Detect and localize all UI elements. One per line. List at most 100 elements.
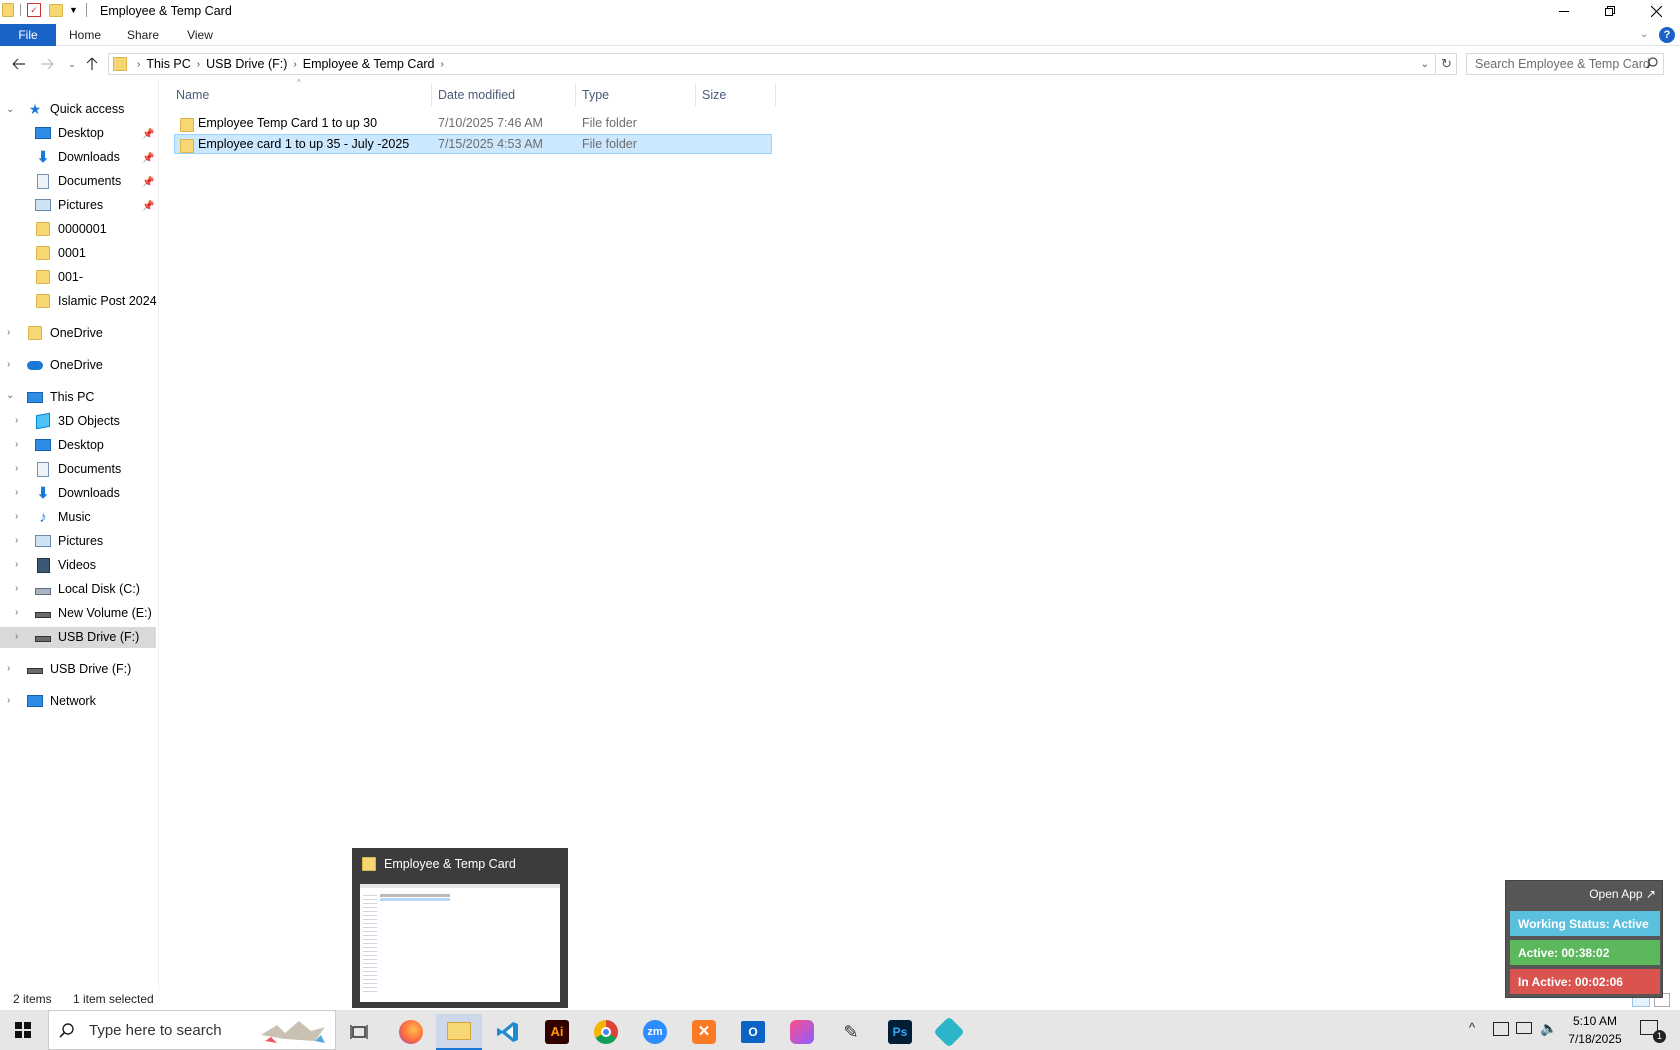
nav-onedrive[interactable]: OneDrive — [26, 354, 103, 376]
meet-now-icon[interactable] — [1493, 1022, 1509, 1036]
pin-icon[interactable]: 📌 — [142, 153, 154, 164]
nav-pc-music[interactable]: ♪ Music — [34, 506, 90, 528]
zoom-app[interactable]: zm — [632, 1014, 678, 1050]
column-header-date[interactable]: Date modified — [432, 84, 576, 106]
properties-icon[interactable]: ✓ — [27, 3, 41, 17]
expand-chevron-icon[interactable]: › — [15, 440, 25, 450]
expand-chevron-icon[interactable]: › — [7, 664, 17, 674]
photoshop-app[interactable]: Ps — [877, 1014, 923, 1050]
nav-this-pc[interactable]: This PC — [26, 386, 94, 408]
address-bar[interactable]: › This PC › USB Drive (F:) › Employee & … — [108, 53, 1436, 75]
restore-button[interactable] — [1587, 0, 1633, 22]
tab-view[interactable]: View — [180, 24, 220, 46]
preview-thumbnail[interactable] — [360, 884, 560, 1002]
nav-quick-pictures[interactable]: Pictures — [34, 194, 103, 216]
breadcrumb-current-folder[interactable]: Employee & Temp Card — [303, 57, 435, 71]
tab-share[interactable]: Share — [122, 24, 164, 46]
expand-chevron-icon[interactable]: › — [15, 416, 25, 426]
creative-cloud-app[interactable] — [779, 1014, 825, 1050]
outlook-app[interactable]: O — [730, 1014, 776, 1050]
start-button[interactable] — [0, 1012, 46, 1048]
nav-onedrive-folder[interactable]: OneDrive — [26, 322, 103, 344]
clock-date[interactable]: 7/18/2025 — [1560, 1032, 1630, 1046]
file-explorer-app[interactable] — [436, 1014, 482, 1050]
file-row[interactable]: Employee Temp Card 1 to up 30 7/10/2025 … — [174, 113, 772, 133]
pen-tool-app[interactable]: ✎ — [828, 1014, 874, 1050]
nav-quick-documents[interactable]: Documents — [34, 170, 121, 192]
breadcrumb-this-pc[interactable]: This PC — [146, 57, 190, 71]
nav-quick-folder-001[interactable]: 001- — [34, 266, 83, 288]
expand-chevron-icon[interactable]: › — [15, 632, 25, 642]
refresh-button[interactable]: ↻ — [1437, 53, 1457, 75]
address-dropdown-icon[interactable]: ⌄ — [1421, 59, 1429, 70]
nav-pc-3d-objects[interactable]: 3D Objects — [34, 410, 120, 432]
expand-chevron-icon[interactable]: › — [15, 584, 25, 594]
expand-chevron-icon[interactable]: › — [15, 608, 25, 618]
taskbar-search-box[interactable]: Type here to search — [48, 1010, 336, 1050]
open-app-button[interactable]: Open App ↗ — [1589, 887, 1656, 901]
working-status-badge: Working Status: Active — [1510, 911, 1660, 936]
task-view-button[interactable] — [336, 1014, 382, 1050]
expand-chevron-icon[interactable]: › — [7, 360, 17, 370]
expand-chevron-icon[interactable]: › — [15, 536, 25, 546]
pin-icon[interactable]: 📌 — [142, 201, 154, 212]
nav-quick-folder-0001[interactable]: 0001 — [34, 242, 86, 264]
tab-file[interactable]: File — [0, 24, 56, 46]
minimize-button[interactable] — [1541, 0, 1587, 22]
nav-pc-videos[interactable]: Videos — [34, 554, 96, 576]
recent-locations-chevron-icon[interactable]: ⌄ — [63, 55, 81, 73]
show-hidden-icons-chevron-icon[interactable]: ^ — [1469, 1020, 1475, 1035]
nav-quick-access[interactable]: ★ Quick access — [26, 98, 125, 120]
vscode-app[interactable] — [485, 1014, 531, 1050]
expand-chevron-icon[interactable]: › — [15, 512, 25, 522]
expand-chevron-icon[interactable]: › — [15, 560, 25, 570]
expand-chevron-icon[interactable]: › — [7, 696, 17, 706]
nav-pc-local-disk-c[interactable]: Local Disk (C:) — [34, 578, 140, 600]
chrome-app[interactable] — [583, 1014, 629, 1050]
firefox-app[interactable] — [388, 1014, 434, 1050]
nav-usb-drive-f[interactable]: USB Drive (F:) — [26, 658, 131, 680]
search-input[interactable]: Search Employee & Temp Card — [1466, 53, 1664, 75]
search-highlight-bird-icon — [255, 1015, 333, 1047]
collapse-chevron-icon[interactable]: ⌄ — [6, 391, 16, 401]
volume-icon[interactable]: 🔈 — [1540, 1020, 1557, 1037]
taskbar-preview-window[interactable]: Employee & Temp Card — [352, 848, 568, 1008]
expand-chevron-icon[interactable]: › — [7, 328, 17, 338]
expand-chevron-icon[interactable]: › — [15, 464, 25, 474]
nav-quick-folder-islamic-post[interactable]: Islamic Post 2024 — [34, 290, 157, 312]
xampp-app[interactable]: ✕ — [681, 1014, 727, 1050]
network-tray-icon[interactable] — [1516, 1022, 1532, 1034]
close-button[interactable] — [1633, 0, 1679, 22]
nav-quick-folder-0000001[interactable]: 0000001 — [34, 218, 107, 240]
nav-pc-pictures[interactable]: Pictures — [34, 530, 103, 552]
nav-pc-documents[interactable]: Documents — [34, 458, 121, 480]
collapse-chevron-icon[interactable]: ⌄ — [6, 105, 16, 115]
tab-home[interactable]: Home — [64, 24, 106, 46]
expand-chevron-icon[interactable]: › — [15, 488, 25, 498]
illustrator-app[interactable]: Ai — [534, 1014, 580, 1050]
expand-ribbon-icon[interactable]: ⌄ — [1640, 29, 1648, 40]
nav-network[interactable]: Network — [26, 690, 96, 712]
file-row-selected[interactable]: Employee card 1 to up 35 - July -2025 7/… — [174, 134, 772, 154]
help-icon[interactable]: ? — [1659, 27, 1675, 43]
column-header-name[interactable]: Name — [170, 84, 432, 106]
nav-pc-new-volume-e[interactable]: New Volume (E:) — [34, 602, 152, 624]
nav-pc-downloads[interactable]: ⬇ Downloads — [34, 482, 120, 504]
pin-icon[interactable]: 📌 — [142, 129, 154, 140]
forward-button[interactable] — [38, 55, 56, 73]
customize-dropdown-icon[interactable]: ▼ — [69, 5, 78, 15]
pin-icon[interactable]: 📌 — [142, 177, 154, 188]
nav-quick-desktop[interactable]: Desktop — [34, 122, 104, 144]
back-button[interactable] — [10, 55, 28, 73]
nav-pc-usb-drive-f[interactable]: USB Drive (F:) — [34, 626, 139, 648]
nav-quick-downloads[interactable]: ⬇ Downloads — [34, 146, 120, 168]
up-button[interactable] — [83, 55, 101, 73]
column-header-size[interactable]: Size — [696, 84, 776, 106]
column-header-type[interactable]: Type — [576, 84, 696, 106]
new-folder-icon[interactable] — [49, 3, 63, 17]
breadcrumb-usb-drive[interactable]: USB Drive (F:) — [206, 57, 287, 71]
nav-pc-desktop[interactable]: Desktop — [34, 434, 104, 456]
tracker-app[interactable] — [926, 1014, 972, 1050]
download-icon: ⬇ — [36, 149, 50, 166]
clock-time[interactable]: 5:10 AM — [1560, 1014, 1630, 1028]
